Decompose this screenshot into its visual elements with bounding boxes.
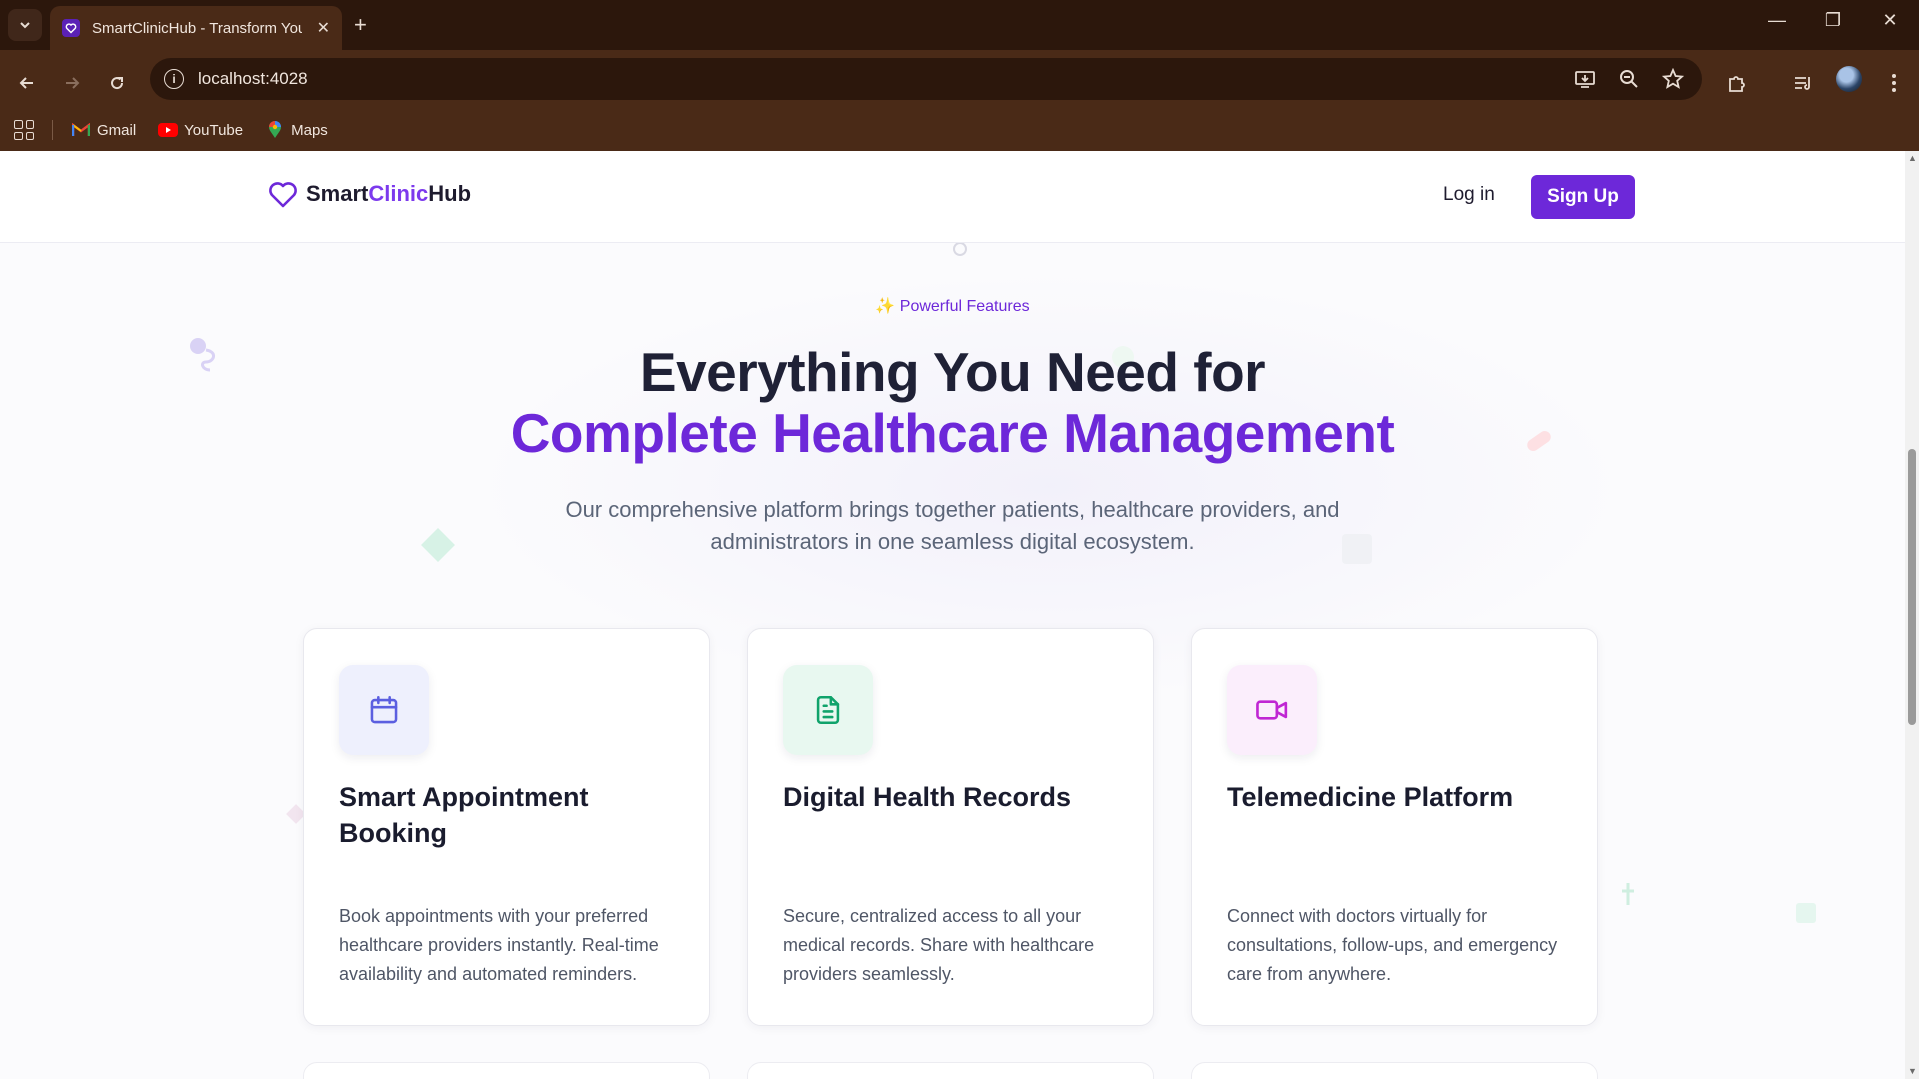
scroll-up-arrow-icon[interactable]: ▲ — [1908, 153, 1917, 163]
feature-card-appointments[interactable]: Smart Appointment Booking Book appointme… — [303, 628, 710, 1026]
minimize-button[interactable]: — — [1762, 10, 1792, 31]
feature-card-next-row[interactable] — [303, 1062, 710, 1079]
scrollbar-thumb[interactable] — [1908, 449, 1916, 725]
feature-card-records[interactable]: Digital Health Records Secure, centraliz… — [747, 628, 1154, 1026]
install-app-icon[interactable] — [1574, 68, 1596, 90]
close-window-button[interactable]: ✕ — [1875, 10, 1905, 31]
heart-logo-icon — [269, 182, 297, 208]
cross-decoration-icon — [1622, 883, 1634, 905]
tab-search-button[interactable] — [8, 9, 42, 41]
tab-title: SmartClinicHub - Transform You — [92, 19, 302, 37]
page-viewport: SmartClinicHub Log in Sign Up ✨ Powerful… — [0, 151, 1905, 1079]
page-title-line-2: Complete Healthcare Management — [510, 402, 1395, 464]
square-small-decoration-icon — [1796, 903, 1816, 923]
zoom-icon[interactable] — [1618, 68, 1640, 90]
new-tab-button[interactable]: + — [354, 12, 367, 38]
bookmark-maps[interactable]: Maps — [265, 121, 328, 139]
site-logo[interactable]: SmartClinicHub — [268, 180, 471, 208]
feature-title: Telemedicine Platform — [1227, 782, 1514, 812]
restore-button[interactable]: ❐ — [1818, 10, 1848, 31]
bookmark-label: Maps — [291, 121, 328, 139]
badge-text: Powerful Features — [899, 298, 1030, 315]
youtube-icon — [158, 122, 179, 138]
feature-title: Smart Appointment Booking — [339, 782, 589, 848]
feature-description: Secure, centralized access to all your m… — [783, 906, 1095, 984]
heart-favicon-icon — [62, 19, 80, 37]
address-bar[interactable]: i localhost:4028 — [150, 58, 1702, 100]
site-header: SmartClinicHub Log in Sign Up — [0, 151, 1905, 243]
signup-button[interactable]: Sign Up — [1531, 175, 1635, 219]
more-vertical-icon — [1892, 74, 1896, 92]
document-icon — [816, 695, 840, 725]
bookmark-star-icon[interactable] — [1662, 68, 1684, 90]
diamond-decoration-icon — [421, 528, 455, 562]
logo-smart: Smart — [306, 181, 369, 206]
bookmark-label: YouTube — [184, 121, 244, 139]
browser-tab-active[interactable]: SmartClinicHub - Transform You ✕ — [50, 6, 342, 50]
bookmark-youtube[interactable]: YouTube — [158, 122, 243, 139]
feature-card-next-row[interactable] — [1191, 1062, 1598, 1079]
feature-icon-container — [783, 665, 873, 755]
hero-subtitle: Our comprehensive platform brings togeth… — [565, 497, 1340, 554]
puzzle-icon — [1729, 76, 1745, 92]
maps-icon — [265, 121, 285, 138]
page-scrollbar[interactable]: ▲ ▼ — [1905, 151, 1919, 1079]
browser-tab-bar: SmartClinicHub - Transform You ✕ + — ❐ ✕ — [0, 0, 1919, 50]
feature-icon-container — [1227, 665, 1317, 755]
gmail-icon — [71, 122, 91, 138]
back-button[interactable] — [12, 68, 42, 98]
bookmarks-bar: Gmail YouTube Maps — [0, 110, 1919, 150]
profile-avatar[interactable] — [1836, 66, 1862, 92]
feature-title: Digital Health Records — [783, 782, 1072, 812]
features-badge: ✨ Powerful Features — [0, 296, 1905, 316]
feature-description: Connect with doctors virtually for consu… — [1227, 906, 1558, 984]
browser-menu-button[interactable] — [1879, 68, 1909, 98]
feature-card-telemedicine[interactable]: Telemedicine Platform Connect with docto… — [1191, 628, 1598, 1026]
video-camera-icon — [1256, 700, 1288, 720]
url-text: localhost:4028 — [198, 69, 308, 88]
bookmark-gmail[interactable]: Gmail — [71, 122, 136, 139]
page-title-line-1: Everything You Need for — [639, 341, 1266, 403]
playlist-icon — [1795, 77, 1810, 90]
site-info-icon[interactable]: i — [164, 69, 184, 89]
feature-icon-container — [339, 665, 429, 755]
scroll-down-arrow-icon[interactable]: ▼ — [1908, 1066, 1917, 1076]
chevron-down-icon — [20, 22, 30, 29]
sparkles-icon: ✨ — [875, 298, 896, 315]
feature-description: Book appointments with your preferred he… — [339, 906, 659, 984]
tab-close-icon[interactable]: ✕ — [317, 18, 330, 38]
calendar-icon — [370, 695, 398, 724]
arrow-right-icon — [66, 77, 80, 89]
forward-button[interactable] — [57, 68, 87, 98]
apps-grid-icon[interactable] — [14, 120, 34, 140]
reload-icon — [111, 77, 124, 90]
login-link[interactable]: Log in — [1443, 184, 1495, 206]
feature-card-next-row[interactable] — [747, 1062, 1154, 1079]
logo-clinic: Clinic — [368, 181, 429, 206]
media-control-button[interactable] — [1788, 68, 1818, 98]
bookmarks-divider — [52, 120, 53, 140]
extensions-button[interactable] — [1722, 68, 1752, 98]
bookmark-label: Gmail — [97, 121, 137, 139]
reload-button[interactable] — [102, 68, 132, 98]
logo-hub: Hub — [428, 181, 472, 206]
logo-text: SmartClinicHub — [306, 181, 471, 207]
arrow-left-icon — [19, 77, 33, 89]
